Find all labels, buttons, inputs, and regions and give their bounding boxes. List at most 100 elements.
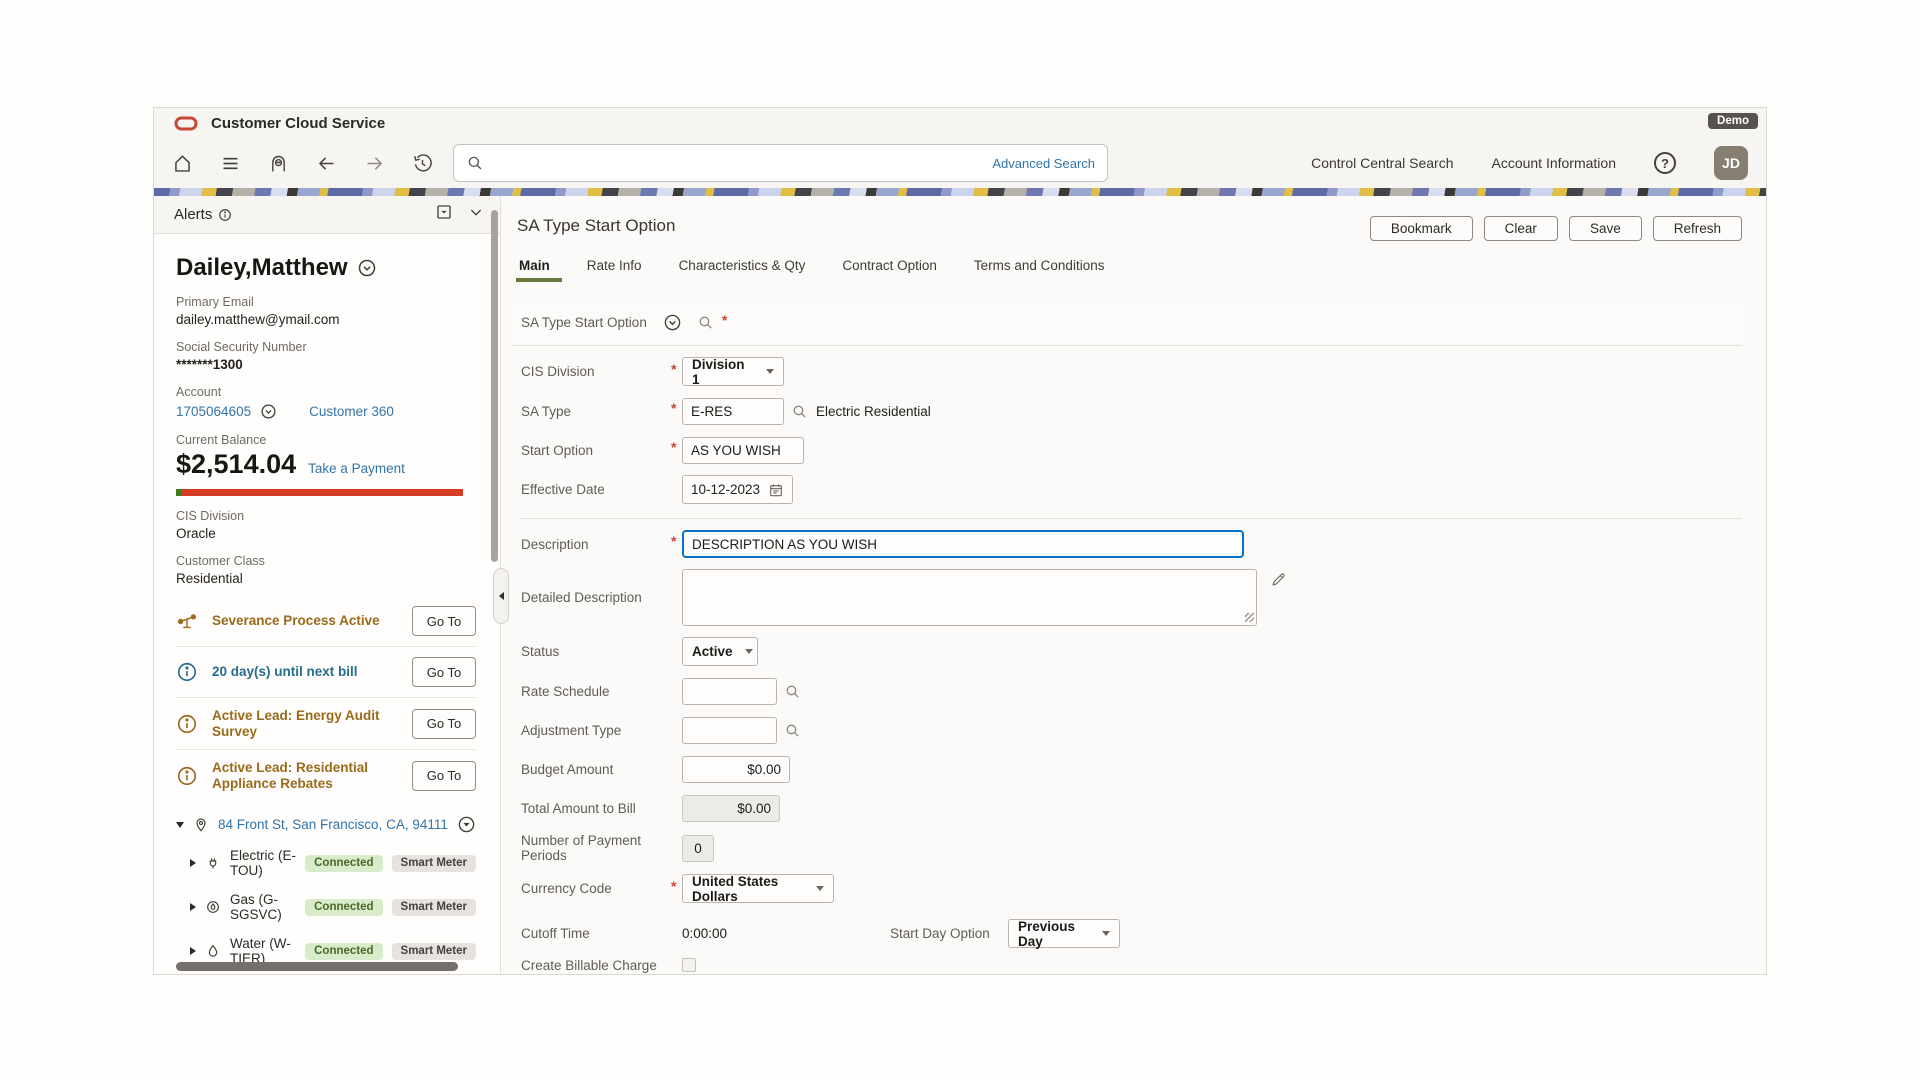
alert-filter-icon[interactable] (435, 203, 453, 226)
account-menu-icon[interactable] (260, 403, 277, 420)
premise-menu-icon[interactable] (457, 815, 476, 834)
service-name[interactable]: Gas (G-SGSVC) (230, 892, 296, 922)
info-icon (176, 661, 198, 683)
tab-terms-conditions[interactable]: Terms and Conditions (974, 258, 1105, 282)
customer-class-value: Residential (176, 571, 476, 586)
start-day-option-select[interactable]: Previous Day (1008, 919, 1120, 948)
search-icon[interactable] (784, 683, 801, 700)
rate-schedule-input[interactable] (682, 678, 777, 705)
description-input[interactable] (682, 530, 1244, 558)
go-to-button[interactable]: Go To (412, 761, 476, 791)
current-balance-value: $2,514.04 (176, 449, 296, 480)
customer-panel: Dailey,Matthew Primary Email dailey.matt… (154, 234, 500, 975)
caret-right-icon[interactable] (190, 859, 196, 867)
search-icon[interactable] (791, 403, 808, 420)
caret-down-icon[interactable] (176, 822, 184, 828)
history-icon[interactable] (412, 153, 433, 174)
calendar-icon[interactable] (768, 482, 784, 498)
currency-code-row: Currency Code United States Dollars (521, 874, 1742, 903)
tab-characteristics-qty[interactable]: Characteristics & Qty (679, 258, 806, 282)
customer-360-link[interactable]: Customer 360 (309, 404, 394, 419)
detailed-description-textarea[interactable] (682, 569, 1257, 626)
advanced-search-link[interactable]: Advanced Search (992, 156, 1095, 171)
go-to-button[interactable]: Go To (412, 606, 476, 636)
ssn-label: Social Security Number (176, 340, 476, 354)
caret-right-icon[interactable] (190, 947, 196, 955)
sa-type-descriptor: Electric Residential (816, 404, 931, 419)
sa-type-label: SA Type (521, 404, 671, 419)
alert-row: Active Lead: Energy Audit Survey Go To (176, 697, 476, 749)
clear-button[interactable]: Clear (1484, 216, 1558, 241)
customer-name: Dailey,Matthew (176, 254, 476, 282)
edit-pencil-icon[interactable] (1270, 571, 1287, 588)
title-bar: Customer Cloud Service Demo (154, 108, 1766, 138)
back-icon[interactable] (316, 153, 337, 174)
agent-icon[interactable] (268, 153, 289, 174)
cis-division-label: CIS Division (176, 509, 476, 523)
info-icon (176, 765, 198, 787)
alert-row: Active Lead: Residential Appliance Rebat… (176, 749, 476, 801)
search-icon[interactable] (697, 314, 714, 331)
required-marker (671, 403, 682, 419)
currency-code-select[interactable]: United States Dollars (682, 874, 834, 903)
chevron-down-icon[interactable] (468, 204, 484, 225)
forward-icon[interactable] (364, 153, 385, 174)
required-marker (671, 364, 682, 380)
alert-text[interactable]: Severance Process Active (212, 613, 412, 629)
start-option-input[interactable] (682, 437, 804, 464)
budget-amount-input[interactable] (682, 756, 790, 783)
home-icon[interactable] (172, 153, 193, 174)
alerts-sidebar: Alerts Dailey,Matthew Primary Email dail… (154, 196, 501, 975)
alert-text[interactable]: Active Lead: Energy Audit Survey (212, 708, 412, 739)
go-to-button[interactable]: Go To (412, 657, 476, 687)
menu-icon[interactable] (220, 153, 241, 174)
bookmark-button[interactable]: Bookmark (1370, 216, 1473, 241)
alert-text[interactable]: 20 day(s) until next bill (212, 664, 412, 680)
sa-type-form: SA Type Start Option CIS Division Divisi… (513, 302, 1742, 975)
adjustment-type-input[interactable] (682, 717, 777, 744)
refresh-button[interactable]: Refresh (1653, 216, 1742, 241)
create-billable-checkbox[interactable] (682, 958, 696, 972)
section-divider (521, 518, 1742, 519)
connected-badge: Connected (305, 899, 382, 916)
service-row: Electric (E-TOU) Connected Smart Meter (176, 848, 476, 878)
connected-badge: Connected (305, 855, 382, 872)
avatar[interactable]: JD (1714, 146, 1748, 180)
total-amount-label: Total Amount to Bill (521, 801, 671, 816)
tab-contract-option[interactable]: Contract Option (842, 258, 937, 282)
electric-icon (205, 855, 221, 871)
tab-rate-info[interactable]: Rate Info (587, 258, 642, 282)
caret-right-icon[interactable] (190, 903, 196, 911)
service-row: Gas (G-SGSVC) Connected Smart Meter (176, 892, 476, 922)
total-amount-row: Total Amount to Bill (521, 794, 1742, 822)
chevron-down-icon (1102, 931, 1110, 936)
payment-periods-input (682, 835, 714, 862)
take-a-payment-link[interactable]: Take a Payment (308, 461, 405, 476)
premise-address-link[interactable]: 84 Front St, San Francisco, CA, 94111 (218, 817, 448, 832)
customer-menu-icon[interactable] (357, 258, 377, 278)
chevron-down-icon (816, 886, 824, 891)
account-number-link[interactable]: 1705064605 (176, 404, 251, 419)
effective-date-input[interactable]: 10-12-2023 (682, 475, 793, 504)
alert-row: 20 day(s) until next bill Go To (176, 646, 476, 697)
status-select[interactable]: Active (682, 637, 758, 666)
go-to-button[interactable]: Go To (412, 709, 476, 739)
horizontal-scrollbar[interactable] (176, 962, 458, 971)
cis-division-select[interactable]: Division 1 (682, 357, 784, 386)
save-button[interactable]: Save (1569, 216, 1642, 241)
gas-icon (205, 899, 221, 915)
service-name[interactable]: Electric (E-TOU) (230, 848, 296, 878)
alert-text[interactable]: Active Lead: Residential Appliance Rebat… (212, 760, 412, 791)
budget-amount-label: Budget Amount (521, 762, 671, 777)
vertical-scrollbar[interactable] (491, 210, 498, 562)
search-input[interactable] (492, 155, 984, 171)
tab-main[interactable]: Main (519, 258, 550, 282)
control-central-search-link[interactable]: Control Central Search (1311, 155, 1453, 171)
account-information-link[interactable]: Account Information (1491, 155, 1616, 171)
field-menu-icon[interactable] (663, 313, 682, 332)
sidebar-collapse-handle[interactable] (493, 568, 509, 624)
help-icon[interactable]: ? (1654, 152, 1676, 174)
sa-type-input[interactable] (682, 398, 784, 425)
alerts-title: Alerts (174, 206, 212, 223)
search-icon[interactable] (784, 722, 801, 739)
